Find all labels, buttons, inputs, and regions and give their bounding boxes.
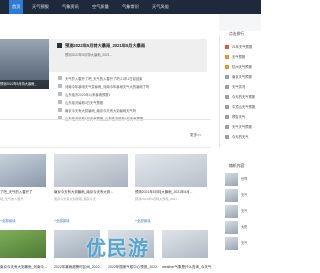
sidebar-item[interactable]: 天气预报 <box>232 54 245 59</box>
news-list-item[interactable]: 天气的入春开了吧_天气的入春开了吧,21年1日前结束 <box>65 76 142 81</box>
rank-square-icon <box>225 45 229 49</box>
bottom-title[interactable]: 南京今天有大到暴雨_河南今... <box>0 265 50 270</box>
rank-square-icon <box>225 75 229 79</box>
nav-item-customs[interactable]: 天气风俗 <box>152 0 169 14</box>
sidebar-thumb-text[interactable]: 世界 <box>241 176 247 181</box>
sidebar-thumb-text[interactable]: 天气 <box>241 192 247 197</box>
rank-square-icon <box>225 125 229 129</box>
bullet-square-icon <box>58 84 62 88</box>
bullet-square-icon <box>58 92 62 96</box>
rank-square-icon <box>225 135 229 139</box>
card-title[interactable]: 南京今天有大到暴雨_南京今天有大到... <box>54 189 128 194</box>
news-list-item[interactable]: 山东临沂2020年以来暴雨预报1 <box>65 92 110 97</box>
card-subtitle: 南京今天有大到暴雨_南京今天... <box>54 197 99 201</box>
card-title[interactable]: 了吧_天气的入春开了 <box>0 189 50 194</box>
sidebar-thumbnail[interactable] <box>225 173 238 186</box>
sidebar-heading: 点击排行 <box>229 32 245 36</box>
sidebar-thumbnail[interactable] <box>225 221 238 234</box>
nav-item-home[interactable]: 首页 <box>9 0 24 14</box>
bullet-square-icon <box>58 100 62 104</box>
read-more-link[interactable]: +全部阅读 <box>135 218 151 223</box>
sidebar-thumbnail[interactable] <box>225 237 238 250</box>
nav-item-air-quality[interactable]: 空气质量 <box>92 0 109 14</box>
rank-square-icon <box>225 95 229 99</box>
sidebar-item[interactable]: 今天的天气 <box>232 134 248 139</box>
bullet-square-icon <box>58 108 62 112</box>
sidebar-thumb-text[interactable]: 天气 <box>241 240 247 245</box>
sidebar-item[interactable]: 杭州天气预报 <box>232 64 252 69</box>
divider <box>0 147 211 148</box>
rank-square-icon <box>225 115 229 119</box>
sidebar-item[interactable]: 南京天气预报 <box>232 74 252 79</box>
headline-square-icon <box>57 43 62 48</box>
rank-square-icon <box>225 65 229 69</box>
read-more-link[interactable]: +全部阅读 <box>54 218 70 223</box>
bottom-title[interactable]: 2022年国家气候中心预测_2022... <box>108 265 158 270</box>
news-list-item[interactable]: 山东临沂最新3日天气预报 <box>65 100 103 105</box>
bullet-square-icon <box>58 76 62 80</box>
news-list-item[interactable]: 南京今天有大到暴雨_南京今天有大到暴雨天气吗 <box>65 108 136 113</box>
sidebar-item[interactable]: 天气天气预报 <box>232 124 252 129</box>
rank-square-icon <box>225 55 229 59</box>
headline-title[interactable]: 预测2022年5月特大暴雨_2021年5月大暴雨 <box>65 43 145 49</box>
bottom-title[interactable]: 2022年暴雨超警时区间_2022... <box>54 265 104 270</box>
rank-square-icon <box>225 85 229 89</box>
sidebar-ranking-panel <box>219 35 262 147</box>
sidebar-item[interactable]: 今天的天气预报 <box>232 94 255 99</box>
card-thumbnail[interactable] <box>54 154 128 187</box>
sidebar-item[interactable]: 预告天气 <box>232 114 245 119</box>
watermark-logo: 优民游 <box>86 236 149 260</box>
nav-item-forecast[interactable]: 天气预报 <box>32 0 49 14</box>
nav-item-knowledge[interactable]: 气象常识 <box>122 0 139 14</box>
bottom-thumbnail[interactable] <box>0 230 46 258</box>
sidebar-thumb-text[interactable]: 天气 <box>241 208 247 213</box>
sidebar-item[interactable]: 平顶山天气预报 <box>232 104 255 109</box>
bottom-thumbnail[interactable] <box>162 230 208 258</box>
more-link[interactable]: 更多>> <box>190 133 201 138</box>
nav-item-news[interactable]: 气象资讯 <box>62 0 79 14</box>
read-more-link[interactable]: +全部阅读 <box>0 218 16 223</box>
sidebar-item[interactable]: 天气情况 <box>232 84 245 89</box>
rank-square-icon <box>225 105 229 109</box>
sidebar-heading-2: 随机内容 <box>229 164 245 168</box>
sidebar-top-panel <box>219 14 261 31</box>
featured-image-caption[interactable]: 预测2022年5月特大暴雨_ <box>0 80 49 89</box>
sidebar-thumb-text[interactable]: 太阳 <box>241 224 247 229</box>
bottom-title[interactable]: weather气象是什么查询_今天气... <box>162 265 212 270</box>
sidebar-item[interactable]: 21年天气预报 <box>232 44 252 49</box>
divider <box>0 119 211 120</box>
card-title[interactable]: 预测2021年5月特大暴雨_2021年5月... <box>135 189 211 194</box>
card-subtitle: 吧_天气的入春开... <box>0 197 26 201</box>
card-thumbnail[interactable] <box>135 154 207 187</box>
headline-subtitle: 预测2022年5月特大暴雨_2021... <box>65 53 113 57</box>
card-thumbnail[interactable] <box>0 154 46 187</box>
news-list-item[interactable]: 河南今年暴雨天气变暴雨_河南今年暴雨天气大的暴雨了吗 <box>65 84 149 89</box>
sidebar-thumbnail[interactable] <box>225 189 238 202</box>
sidebar-thumbnail[interactable] <box>225 205 238 218</box>
card-subtitle: 预测2021年5月特大暴雨_2021... <box>135 197 180 201</box>
